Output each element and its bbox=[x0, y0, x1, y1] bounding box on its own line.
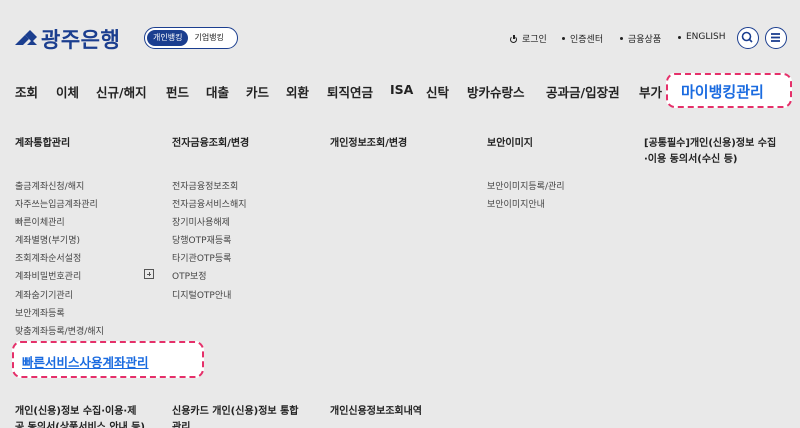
gnb-item-trust[interactable]: 신탁 bbox=[426, 82, 449, 101]
bank-logo[interactable]: 광주은행 bbox=[15, 24, 120, 54]
gnb-item-new-cancel[interactable]: 신규/해지 bbox=[96, 82, 147, 101]
menu-link[interactable]: 계좌숨기기관리 bbox=[15, 288, 73, 301]
gnb-item-card[interactable]: 카드 bbox=[246, 82, 269, 101]
menu-link[interactable]: 보안이미지등록/관리 bbox=[487, 179, 565, 192]
cert-center-link[interactable]: 인증센터 bbox=[562, 32, 603, 45]
gnb-item-fund[interactable]: 펀드 bbox=[166, 82, 189, 101]
menu-link-quick-service-account[interactable]: 빠른서비스사용계좌관리 bbox=[12, 341, 204, 378]
menu-button[interactable] bbox=[765, 27, 787, 49]
menu-link[interactable]: 맞춤계좌등록/변경/해지 bbox=[15, 324, 104, 337]
menu-col-e-banking-title[interactable]: 전자금융조회/변경 bbox=[172, 136, 249, 152]
menu-link[interactable]: 장기미사용해제 bbox=[172, 215, 230, 228]
gnb-item-isa[interactable]: ISA bbox=[390, 82, 413, 97]
login-link[interactable]: 로그인 bbox=[510, 32, 547, 45]
search-icon bbox=[741, 31, 753, 43]
menu-link[interactable]: 출금계좌신청/해지 bbox=[15, 179, 84, 192]
expand-plus-icon[interactable] bbox=[144, 269, 154, 279]
bullet-icon bbox=[620, 37, 623, 40]
logo-text: 광주은행 bbox=[41, 28, 121, 52]
gnb-item-pension[interactable]: 퇴직연금 bbox=[327, 82, 373, 101]
bullet-icon bbox=[678, 35, 681, 39]
banking-mode-toggle: 개인뱅킹 기업뱅킹 bbox=[144, 27, 238, 49]
menu-link[interactable]: 빠른이체관리 bbox=[15, 215, 65, 228]
financial-products-link[interactable]: 금융상품 bbox=[620, 32, 661, 45]
menu-link[interactable]: 타기관OTP등록 bbox=[172, 251, 231, 264]
menu-link[interactable]: 당행OTP재등록 bbox=[172, 233, 231, 246]
menu-link[interactable]: 계좌비밀번호관리 bbox=[15, 269, 81, 282]
business-banking-tab[interactable]: 기업뱅킹 bbox=[188, 30, 229, 46]
logo-mark-icon bbox=[15, 28, 37, 50]
menu-link[interactable]: 전자금융정보조회 bbox=[172, 179, 238, 192]
menu-link[interactable]: 조회계좌순서설정 bbox=[15, 251, 81, 264]
menu-link[interactable]: 보안이미지안내 bbox=[487, 197, 545, 210]
menu-link[interactable]: 디지털OTP안내 bbox=[172, 288, 231, 301]
gnb-item-extra[interactable]: 부가 bbox=[639, 82, 662, 101]
menu-link[interactable]: 전자금융서비스해지 bbox=[172, 197, 247, 210]
menu-col-security-image-title[interactable]: 보안이미지 bbox=[487, 136, 533, 152]
menu-card-info-title[interactable]: 신용카드 개인(신용)정보 통합 관리 bbox=[172, 404, 299, 428]
hamburger-icon bbox=[771, 33, 780, 42]
menu-link[interactable]: OTP보정 bbox=[172, 269, 207, 282]
personal-banking-tab[interactable]: 개인뱅킹 bbox=[147, 30, 189, 46]
header: 광주은행 개인뱅킹 기업뱅킹 로그인 인증센터 금융상품 ENGLISH bbox=[0, 0, 800, 74]
gnb-item-bancassurance[interactable]: 방카슈랑스 bbox=[467, 82, 525, 101]
menu-link[interactable]: 계좌별명(부기명) bbox=[15, 233, 80, 246]
menu-credit-inquiry-history-title[interactable]: 개인신용정보조회내역 bbox=[330, 404, 422, 420]
search-button[interactable] bbox=[737, 27, 759, 49]
menu-link[interactable]: 자주쓰는입금계좌관리 bbox=[15, 197, 98, 210]
bullet-icon bbox=[562, 37, 565, 40]
menu-col-account-management-title[interactable]: 계좌통합관리 bbox=[15, 136, 70, 152]
menu-consent-marketing-title[interactable]: 개인(신용)정보 수집·이용·제 공 동의서(상품서비스 안내 등) bbox=[15, 404, 145, 428]
gnb-item-loan[interactable]: 대출 bbox=[206, 82, 229, 101]
english-link[interactable]: ENGLISH bbox=[678, 32, 726, 42]
gnb-item-utility-tickets[interactable]: 공과금/입장권 bbox=[546, 82, 620, 101]
menu-col-consent-title[interactable]: [공통필수]개인(신용)정보 수집 ·이용 동의서(수신 등) bbox=[644, 136, 776, 168]
gnb-item-inquiry[interactable]: 조회 bbox=[15, 82, 38, 101]
menu-link[interactable]: 보안계좌등록 bbox=[15, 306, 65, 319]
menu-col-personal-info-title[interactable]: 개인정보조회/변경 bbox=[330, 136, 407, 152]
gnb-item-transfer[interactable]: 이체 bbox=[56, 82, 79, 101]
power-icon bbox=[510, 34, 518, 43]
gnb-item-my-banking[interactable]: 마이뱅킹관리 bbox=[666, 73, 792, 108]
gnb-item-forex[interactable]: 외환 bbox=[286, 82, 309, 101]
